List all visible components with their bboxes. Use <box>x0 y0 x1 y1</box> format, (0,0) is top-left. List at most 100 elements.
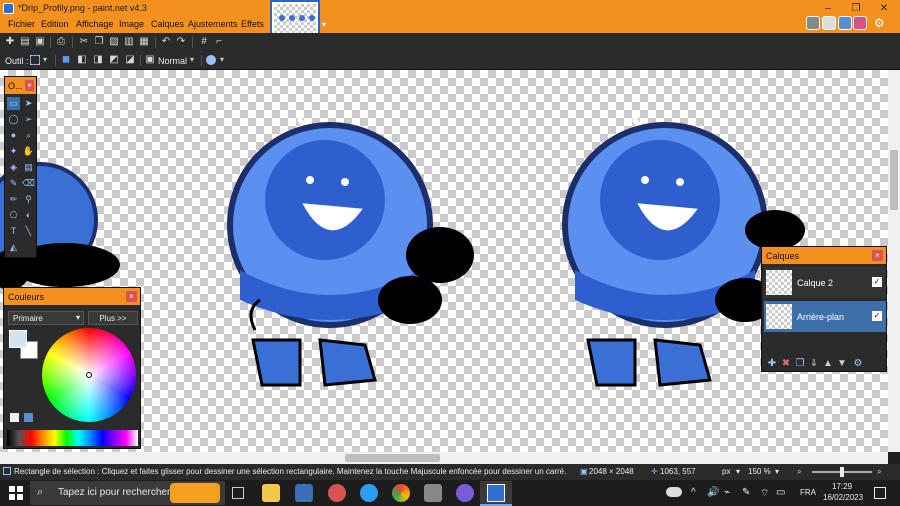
menu-fichier[interactable]: Fichier <box>8 19 35 29</box>
palette-reset-icon[interactable] <box>10 413 19 422</box>
move-selection-icon[interactable]: ➢ <box>22 113 35 126</box>
horizontal-scrollbar[interactable] <box>0 452 888 464</box>
tab-dropdown-icon[interactable]: ▾ <box>322 20 330 29</box>
palette-swap-icon[interactable] <box>24 413 33 422</box>
ruler-icon[interactable]: ⌐ <box>213 36 225 48</box>
language-indicator[interactable]: FRA <box>800 488 816 497</box>
rectangle-select-tool-icon[interactable] <box>30 55 40 65</box>
line-curve-icon[interactable]: ╲ <box>22 225 35 238</box>
colors-panel-header[interactable]: Couleurs <box>4 288 140 305</box>
selection-mode-exclude-icon[interactable]: ◨ <box>92 54 104 66</box>
recolor-icon[interactable]: ◐ <box>22 209 35 222</box>
palette-strip[interactable] <box>7 430 138 446</box>
edge-browser-icon[interactable] <box>360 484 378 502</box>
horizontal-scroll-thumb[interactable] <box>345 454 440 462</box>
task-view-icon[interactable] <box>232 487 244 499</box>
tools-toggle-icon[interactable] <box>806 16 820 30</box>
primary-secondary-select[interactable]: Primaire ▾ <box>8 311 84 325</box>
taskbar-search-box[interactable]: ⌕ Tapez ici pour rechercher <box>30 481 225 505</box>
cut-icon[interactable]: ✂ <box>78 36 90 48</box>
clock-date[interactable]: 16/02/2023 <box>823 493 863 502</box>
selection-mode-union-icon[interactable]: ◧ <box>76 54 88 66</box>
copy-icon[interactable]: ❐ <box>93 36 105 48</box>
layers-toggle-icon[interactable] <box>838 16 852 30</box>
taskbar-app-icon-4[interactable] <box>456 484 474 502</box>
magic-wand-icon[interactable]: ✦ <box>7 145 20 158</box>
color-wheel[interactable] <box>42 328 136 422</box>
paste-icon[interactable]: ▨ <box>108 36 120 48</box>
tools-panel-close-button[interactable]: × <box>25 80 34 91</box>
layers-panel-header[interactable]: Calques <box>762 247 886 264</box>
selection-mode-intersect-icon[interactable]: ◩ <box>108 54 120 66</box>
move-selected-icon[interactable]: ➤ <box>22 97 35 110</box>
layers-panel-close-button[interactable]: × <box>872 250 883 261</box>
antialias-dropdown-icon[interactable]: ▾ <box>220 55 224 64</box>
volume-icon[interactable]: 🔊 <box>707 487 719 498</box>
color-picker-icon[interactable]: ⚲ <box>22 193 35 206</box>
zoom-in-icon[interactable]: ⌕ <box>877 467 881 477</box>
close-button[interactable]: ✕ <box>870 0 898 17</box>
gradient-icon[interactable]: ▤ <box>22 161 35 174</box>
move-layer-down-icon[interactable]: ▼ <box>836 358 848 370</box>
duplicate-layer-icon[interactable]: ❐ <box>794 358 806 370</box>
blend-mode-select[interactable]: Normal <box>158 56 187 66</box>
menu-edition[interactable]: Edition <box>41 19 69 29</box>
text-icon[interactable]: T <box>7 225 20 238</box>
show-hidden-icons-chevron-icon[interactable]: ^ <box>691 487 696 498</box>
taskbar-app-icon-2[interactable] <box>328 484 346 502</box>
vertical-scroll-thumb[interactable] <box>890 150 898 210</box>
pen-icon[interactable]: ✎ <box>742 487 750 498</box>
wifi-icon[interactable]: ⌔ <box>760 487 769 500</box>
layer-visibility-checkbox[interactable]: ✓ <box>872 311 882 321</box>
vertical-scrollbar[interactable] <box>888 70 900 452</box>
selection-mode-xor-icon[interactable]: ◪ <box>124 54 136 66</box>
primary-color-swatch[interactable] <box>9 330 27 348</box>
clone-stamp-icon[interactable]: ⎔ <box>7 209 20 222</box>
move-layer-up-icon[interactable]: ▲ <box>822 358 834 370</box>
rectangle-select-icon[interactable]: ▭ <box>7 97 20 110</box>
menu-calques[interactable]: Calques <box>151 19 184 29</box>
taskbar-app-icon-3[interactable] <box>424 484 442 502</box>
zoom-slider-handle[interactable] <box>840 467 844 477</box>
battery-icon[interactable]: ▭ <box>776 487 785 498</box>
paint-bucket-icon[interactable]: ◈ <box>7 161 20 174</box>
weather-cloud-icon[interactable] <box>666 487 682 497</box>
print-icon[interactable]: ⎙ <box>55 36 67 48</box>
more-colors-button[interactable]: Plus >> <box>88 311 138 325</box>
menu-image[interactable]: Image <box>119 19 144 29</box>
zoom-icon[interactable]: ⌕ <box>22 129 35 142</box>
network-icon[interactable]: ⌁ <box>724 487 730 498</box>
delete-layer-icon[interactable]: ✖ <box>780 358 792 370</box>
menu-ajustements[interactable]: Ajustements <box>188 19 238 29</box>
undo-icon[interactable]: ↶ <box>160 36 172 48</box>
units-dropdown-icon[interactable]: ▾ <box>736 467 740 476</box>
layer-row-calque-2[interactable]: Calque 2 ✓ <box>764 267 886 298</box>
notifications-icon[interactable] <box>874 487 886 499</box>
zoom-value[interactable]: 150 % <box>748 467 771 476</box>
eraser-icon[interactable]: ⌫ <box>22 177 35 190</box>
blend-mode-dropdown-icon[interactable]: ▾ <box>190 55 194 64</box>
settings-gear-icon[interactable]: ⚙ <box>874 16 888 30</box>
antialias-icon[interactable] <box>206 55 216 65</box>
shapes-icon[interactable]: ◭ <box>7 241 20 254</box>
menu-affichage[interactable]: Affichage <box>76 19 113 29</box>
minimize-button[interactable]: – <box>814 0 842 17</box>
redo-icon[interactable]: ↷ <box>175 36 187 48</box>
color-wheel-cursor[interactable] <box>86 372 92 378</box>
deselect-icon[interactable]: ▦ <box>138 36 150 48</box>
ellipse-select-icon[interactable]: ● <box>7 129 20 142</box>
lasso-select-icon[interactable]: ◯ <box>7 113 20 126</box>
grid-icon[interactable]: # <box>198 36 210 48</box>
restore-button[interactable]: ❐ <box>842 0 870 17</box>
add-layer-icon[interactable]: ✚ <box>766 358 778 370</box>
layer-properties-icon[interactable]: ⚙ <box>852 358 864 370</box>
paintbrush-icon[interactable]: ✎ <box>7 177 20 190</box>
units-select[interactable]: px <box>722 467 730 476</box>
open-icon[interactable]: ▤ <box>19 36 31 48</box>
pencil-icon[interactable]: ✏ <box>7 193 20 206</box>
clock-time[interactable]: 17:29 <box>832 482 852 491</box>
menu-effets[interactable]: Effets <box>241 19 264 29</box>
file-explorer-icon[interactable] <box>262 484 280 502</box>
new-image-icon[interactable]: ✚ <box>4 36 16 48</box>
taskbar-app-icon-1[interactable] <box>295 484 313 502</box>
